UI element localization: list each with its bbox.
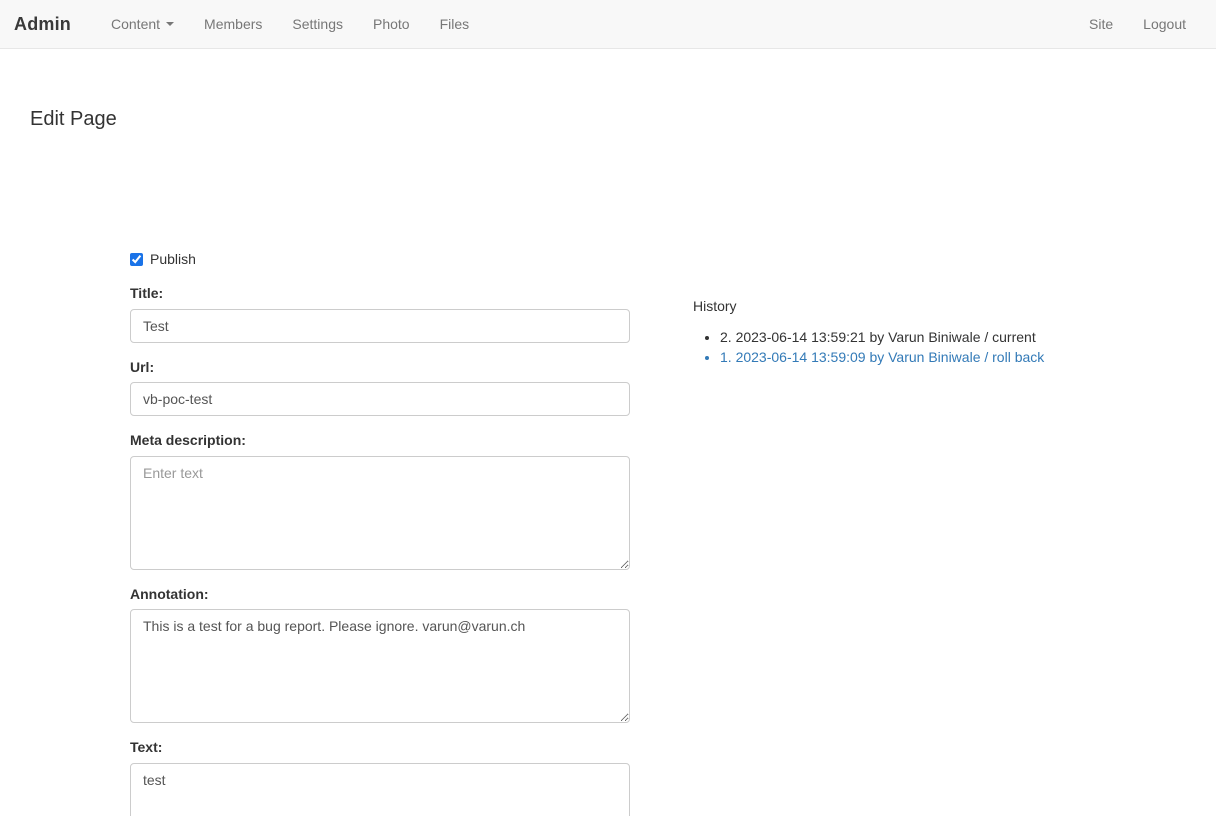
title-label: Title: [130, 285, 164, 301]
meta-description-textarea[interactable] [130, 455, 630, 570]
chevron-down-icon [166, 22, 175, 26]
brand-logo[interactable]: Admin [14, 0, 86, 48]
publish-checkbox[interactable] [130, 252, 143, 266]
page-title: Edit Page [30, 108, 117, 130]
primary-nav: Content Members Settings Photo Files [96, 0, 484, 48]
history-panel: History 2. 2023-06-14 13:59:21 by Varun … [693, 297, 1113, 367]
history-list: 2. 2023-06-14 13:59:21 by Varun Biniwale… [693, 327, 1113, 367]
meta-description-field-group: Meta description: [130, 431, 630, 570]
nav-item-files-label: Files [439, 16, 470, 32]
text-field-group: Text: [130, 738, 630, 816]
url-label: Url: [130, 358, 155, 375]
url-input[interactable] [130, 382, 630, 417]
edit-page-form: Publish Title: Url: Meta description: An… [130, 249, 630, 816]
nav-item-files[interactable]: Files [425, 0, 485, 48]
nav-item-logout[interactable]: Logout [1128, 0, 1201, 48]
url-field-group: Url: [130, 358, 630, 417]
annotation-field-group: Annotation: [130, 585, 630, 724]
title-input[interactable] [130, 308, 630, 343]
nav-item-site-label: Site [1089, 16, 1114, 32]
publish-row: Publish [130, 249, 630, 269]
publish-label[interactable]: Publish [150, 251, 196, 267]
nav-item-settings-label: Settings [292, 16, 343, 32]
nav-item-content-label: Content [111, 16, 161, 32]
nav-item-logout-label: Logout [1143, 16, 1186, 32]
text-label: Text: [130, 739, 163, 756]
title-field-group: Title: [130, 284, 630, 343]
nav-item-members[interactable]: Members [189, 0, 277, 48]
history-entry-rollback-link[interactable]: 1. 2023-06-14 13:59:09 by Varun Biniwale… [720, 349, 1044, 365]
secondary-nav: Site Logout [1074, 0, 1216, 48]
nav-item-settings[interactable]: Settings [277, 0, 358, 48]
meta-description-label: Meta description: [130, 432, 246, 449]
text-textarea[interactable] [130, 762, 630, 816]
history-entry-current: 2. 2023-06-14 13:59:21 by Varun Biniwale… [720, 328, 1036, 345]
history-heading: History [693, 298, 737, 314]
nav-item-content[interactable]: Content [96, 0, 189, 48]
nav-item-site[interactable]: Site [1074, 0, 1128, 48]
nav-item-photo[interactable]: Photo [358, 0, 425, 48]
nav-item-members-label: Members [204, 16, 263, 32]
annotation-label: Annotation: [130, 585, 209, 602]
annotation-textarea[interactable] [130, 609, 630, 724]
nav-item-photo-label: Photo [373, 16, 410, 32]
history-list-item: 2. 2023-06-14 13:59:21 by Varun Biniwale… [720, 327, 1113, 347]
history-list-item[interactable]: 1. 2023-06-14 13:59:09 by Varun Biniwale… [720, 347, 1113, 367]
top-navbar: Admin Content Members Settings Photo Fil… [0, 0, 1216, 49]
